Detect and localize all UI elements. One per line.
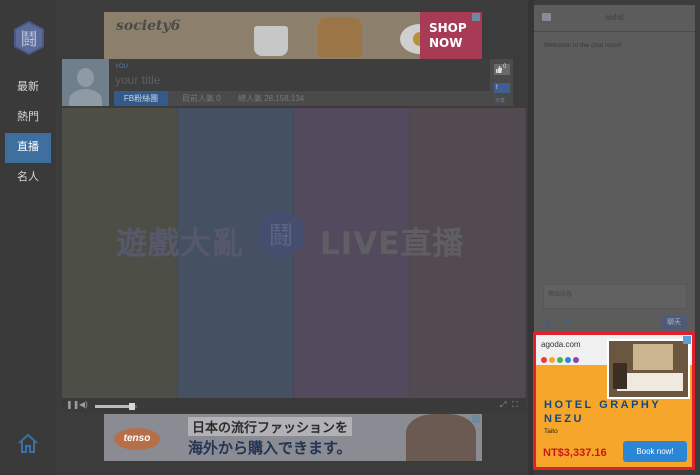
settings-gear-icon[interactable]: ⚙ (544, 319, 552, 330)
pause-icon[interactable]: ❚❚ (66, 401, 79, 409)
sidebar-item-celebrity[interactable]: 名人 (5, 163, 51, 191)
app-window: 鬪 最新 熱門 直播 名人 society6 SHOP NOW YOU your… (0, 0, 700, 475)
sidebar-item-popular[interactable]: 熱門 (5, 103, 51, 131)
ad-choices-icon[interactable] (472, 13, 480, 21)
total-viewers: 總人氣 28,158,134 (238, 94, 305, 103)
book-now-button[interactable]: Book now! (623, 441, 687, 462)
fb-fanpage-button[interactable]: FB粉絲團 (114, 91, 168, 106)
avatar-body (69, 89, 102, 106)
toast-illustration (318, 17, 362, 57)
video-player[interactable]: 遊戲大亂 鬪 LIVE直播 (62, 108, 526, 398)
chat-username: sivhd (605, 13, 624, 22)
hotel-price: NT$3,337.16 (543, 447, 607, 459)
ad-choices-icon[interactable] (472, 415, 480, 423)
sidebar-item-latest[interactable]: 最新 (5, 73, 51, 101)
send-chat-button[interactable]: 聊天 (661, 316, 687, 330)
volume-handle[interactable] (129, 403, 135, 410)
current-viewers: 目前人氣 0 (182, 94, 221, 103)
hotel-city: Taito (544, 428, 558, 435)
sidebar (0, 0, 56, 475)
site-logo-icon[interactable]: 鬪 (13, 20, 45, 56)
avatar-head (77, 68, 94, 87)
svg-text:鬪: 鬪 (21, 30, 38, 50)
video-logo-icon: 鬪 (259, 209, 303, 259)
ad-line-1: 日本の流行ファッションを (188, 417, 353, 436)
agoda-dots (541, 350, 581, 368)
agoda-logo: agoda.com (541, 340, 581, 349)
svg-text:鬪: 鬪 (268, 221, 293, 250)
mug-illustration (254, 26, 288, 56)
room-window (633, 344, 673, 370)
video-logo-right-text: LIVE直播 (320, 226, 465, 262)
room-headboard (613, 363, 627, 389)
like-button[interactable]: 0 (494, 64, 510, 75)
chat-welcome-message: Welcome to the chat room! (544, 42, 622, 49)
you-label: YOU (115, 64, 129, 70)
share-label: 分享 (495, 98, 506, 104)
hotel-name: HOTEL GRAPHY NEZU (544, 399, 662, 425)
chat-panel (534, 5, 695, 332)
facebook-share-button[interactable]: f (494, 83, 510, 93)
user-list-icon[interactable]: ☰ (565, 319, 572, 328)
volume-fill (95, 405, 129, 408)
chat-input-placeholder: 帶出訊息 (548, 292, 573, 298)
like-count: 0 (503, 64, 507, 70)
ad-brand: society6 (116, 18, 181, 34)
expand-icon[interactable]: ⤢ (500, 401, 506, 409)
ad-line-2: 海外から購入できます。 (188, 439, 352, 457)
stream-title: your title (115, 73, 161, 87)
home-icon[interactable] (17, 432, 39, 454)
ad-model-photo (406, 414, 476, 461)
top-banner-ad[interactable]: society6 SHOP NOW (104, 12, 482, 59)
bottom-banner-ad[interactable]: tenso 日本の流行ファッションを 海外から購入できます。 (104, 414, 482, 461)
volume-icon[interactable]: ◀) (79, 401, 88, 409)
fullscreen-icon[interactable]: ⛶ (512, 401, 518, 409)
streamer-avatar[interactable] (62, 59, 109, 106)
ad-brand-logo: tenso (114, 428, 160, 450)
chat-user-icon (542, 13, 551, 21)
thumbs-up-icon (496, 66, 502, 73)
sidebar-item-live[interactable]: 直播 (5, 133, 51, 163)
ad-choices-icon[interactable] (683, 336, 691, 344)
side-ad-highlighted[interactable]: agoda.com HOTEL GRAPHY NEZU Taito NT$3,3… (533, 332, 695, 470)
video-logo-left-text: 遊戲大亂 (116, 226, 244, 262)
hotel-room-photo (607, 339, 690, 399)
